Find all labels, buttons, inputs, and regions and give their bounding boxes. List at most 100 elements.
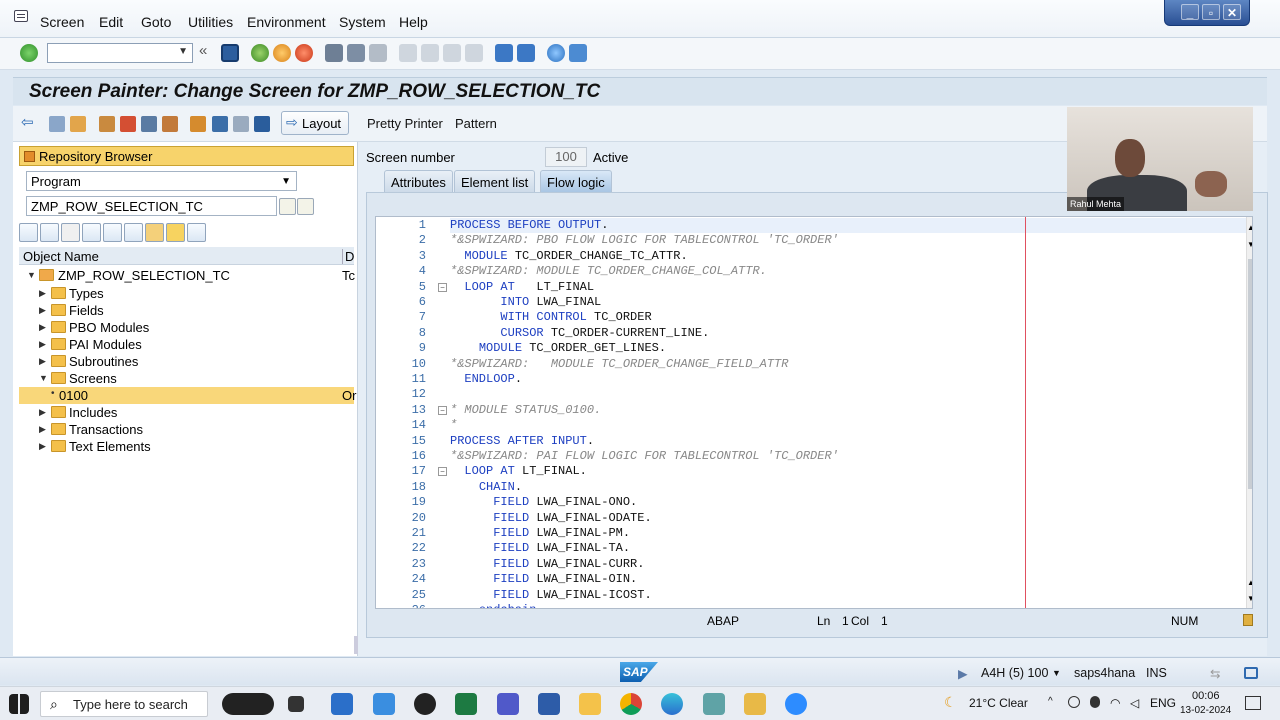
collapsed-triangle-icon[interactable]: ▶ xyxy=(39,356,46,367)
app-icon[interactable] xyxy=(538,693,560,715)
show-hidden-icons-icon[interactable]: ^ xyxy=(1048,696,1053,707)
scroll-down-icon[interactable]: ▼ xyxy=(1247,240,1252,249)
windows-start-icon[interactable] xyxy=(9,694,29,714)
scroll-thumb[interactable] xyxy=(1248,259,1252,489)
next-object-icon[interactable] xyxy=(40,223,59,242)
enter-icon[interactable] xyxy=(20,44,38,62)
edge-icon[interactable] xyxy=(661,693,683,715)
tree-node-pbo-modules[interactable]: ▶ PBO Modules xyxy=(19,319,354,336)
store-icon[interactable] xyxy=(331,693,353,715)
layout-button[interactable]: ⇨ Layout xyxy=(281,111,349,135)
activate-icon[interactable] xyxy=(120,116,136,132)
teams-icon[interactable] xyxy=(497,693,519,715)
code-line[interactable]: MODULE TC_ORDER_GET_LINES. xyxy=(450,341,666,355)
print-icon[interactable] xyxy=(325,44,343,62)
active-inactive-icon[interactable] xyxy=(70,116,86,132)
input-mode[interactable]: INS xyxy=(1146,666,1167,680)
close-icon[interactable]: ✕ xyxy=(1223,4,1241,20)
code-line[interactable]: MODULE TC_ORDER_CHANGE_TC_ATTR. xyxy=(450,249,687,263)
object-list-icon[interactable] xyxy=(124,223,143,242)
volume-icon[interactable]: ◁ xyxy=(1130,696,1139,710)
scroll-up-icon[interactable]: ▲ xyxy=(1247,223,1252,232)
code-line[interactable]: *&SPWIZARD: MODULE TC_ORDER_CHANGE_FIELD… xyxy=(450,357,788,371)
excel-icon[interactable] xyxy=(455,693,477,715)
scroll-down-icon[interactable]: ▼ xyxy=(1247,594,1252,603)
collapsed-triangle-icon[interactable]: ▶ xyxy=(39,424,46,435)
first-page-icon[interactable] xyxy=(399,44,417,62)
help-icon[interactable] xyxy=(547,44,565,62)
menu-utilities[interactable]: Utilities xyxy=(188,14,233,30)
refresh-icon[interactable] xyxy=(187,223,206,242)
layout-icon[interactable]: ⇆ xyxy=(1210,666,1220,681)
restore-icon[interactable]: ▫ xyxy=(1202,4,1220,20)
code-line[interactable]: LOOP AT LT_FINAL. xyxy=(450,464,586,478)
exit-icon[interactable] xyxy=(273,44,291,62)
collapsed-triangle-icon[interactable]: ▶ xyxy=(39,407,46,418)
collapsed-triangle-icon[interactable]: ▶ xyxy=(39,339,46,350)
play-icon[interactable]: ▶ xyxy=(958,666,968,681)
object-type-select[interactable]: Program ▼ xyxy=(26,171,297,191)
system-info[interactable]: A4H (5) 100 xyxy=(981,666,1048,680)
align-icon[interactable] xyxy=(212,116,228,132)
tree-node-subroutines[interactable]: ▶ Subroutines xyxy=(19,353,354,370)
pretty-printer-button[interactable]: Pretty Printer xyxy=(367,116,443,131)
code-line[interactable]: *&SPWIZARD: MODULE TC_ORDER_CHANGE_COL_A… xyxy=(450,264,767,278)
collapse-icon[interactable]: « xyxy=(199,42,217,60)
tree-node-transactions[interactable]: ▶ Transactions xyxy=(19,421,354,438)
notifications-icon[interactable] xyxy=(1245,696,1261,710)
copilot-icon[interactable] xyxy=(222,693,274,715)
clock-date[interactable]: 13-02-2024 xyxy=(1180,705,1231,716)
code-line[interactable]: LOOP AT LT_FINAL xyxy=(450,280,594,294)
object-name-input[interactable]: ZMP_ROW_SELECTION_TC xyxy=(26,196,277,216)
collapsed-triangle-icon[interactable]: ▶ xyxy=(39,305,46,316)
lock-icon[interactable] xyxy=(1244,667,1258,679)
wifi-icon[interactable]: ◠ xyxy=(1110,696,1120,710)
tab-element-list[interactable]: Element list xyxy=(454,170,536,192)
code-line[interactable]: WITH CONTROL TC_ORDER xyxy=(450,310,651,324)
tab-flow-logic[interactable]: Flow logic xyxy=(540,170,612,192)
collapsed-triangle-icon[interactable]: ▶ xyxy=(39,322,46,333)
collapse-up-icon[interactable] xyxy=(103,223,122,242)
code-line[interactable]: INTO LWA_FINAL xyxy=(450,295,601,309)
code-line[interactable]: PROCESS AFTER INPUT. xyxy=(450,434,594,448)
sap-logon-icon[interactable] xyxy=(703,693,725,715)
code-line[interactable]: FIELD LWA_FINAL-ICOST. xyxy=(450,588,651,602)
task-view-icon[interactable] xyxy=(288,696,304,712)
check-icon[interactable] xyxy=(99,116,115,132)
fold-marker-icon[interactable]: − xyxy=(438,467,447,477)
weather-text[interactable]: 21°C Clear xyxy=(969,696,1028,710)
collapsed-triangle-icon[interactable]: ▶ xyxy=(39,441,46,452)
sap-gui-icon[interactable] xyxy=(744,693,766,715)
chevron-down-icon[interactable]: ▼ xyxy=(178,46,188,57)
display-glasses-icon[interactable] xyxy=(279,198,296,215)
shortcut-icon[interactable] xyxy=(517,44,535,62)
fold-marker-icon[interactable]: − xyxy=(438,405,447,415)
tree-node-fields[interactable]: ▶ Fields xyxy=(19,302,354,319)
menu-system[interactable]: System xyxy=(339,14,386,30)
code-line[interactable]: FIELD LWA_FINAL-OIN. xyxy=(450,572,637,586)
last-page-icon[interactable] xyxy=(465,44,483,62)
taskbar-search[interactable]: ⌕ Type here to search xyxy=(40,691,208,717)
repository-browser-header[interactable]: Repository Browser xyxy=(19,146,354,166)
mail-icon[interactable] xyxy=(373,693,395,715)
tab-attributes[interactable]: Attributes xyxy=(384,170,453,192)
code-line[interactable]: FIELD LWA_FINAL-TA. xyxy=(450,541,630,555)
code-line[interactable]: ENDLOOP. xyxy=(450,372,522,386)
previous-object-icon[interactable] xyxy=(19,223,38,242)
menu-goto[interactable]: Goto xyxy=(141,14,171,30)
edit-mode-icon[interactable] xyxy=(1243,614,1253,626)
sap-menu-icon[interactable] xyxy=(14,10,28,22)
code-line[interactable]: endchain. xyxy=(450,603,544,608)
chrome-icon[interactable] xyxy=(620,693,642,715)
search-object-icon[interactable] xyxy=(297,198,314,215)
expanded-triangle-icon[interactable]: ▼ xyxy=(27,270,36,280)
editor-scrollbar[interactable]: ▲ ▼ ▲ ▼ xyxy=(1246,217,1252,608)
layout-menu-icon[interactable] xyxy=(569,44,587,62)
code-line[interactable]: * MODULE STATUS_0100. xyxy=(450,403,601,417)
code-line[interactable]: *&SPWIZARD: PBO FLOW LOGIC FOR TABLECONT… xyxy=(450,233,839,247)
expand-down-icon[interactable] xyxy=(82,223,101,242)
command-field[interactable]: ▼ xyxy=(47,43,193,63)
expanded-triangle-icon[interactable]: ▼ xyxy=(39,373,48,383)
dell-icon[interactable] xyxy=(414,693,436,715)
new-session-icon[interactable] xyxy=(495,44,513,62)
